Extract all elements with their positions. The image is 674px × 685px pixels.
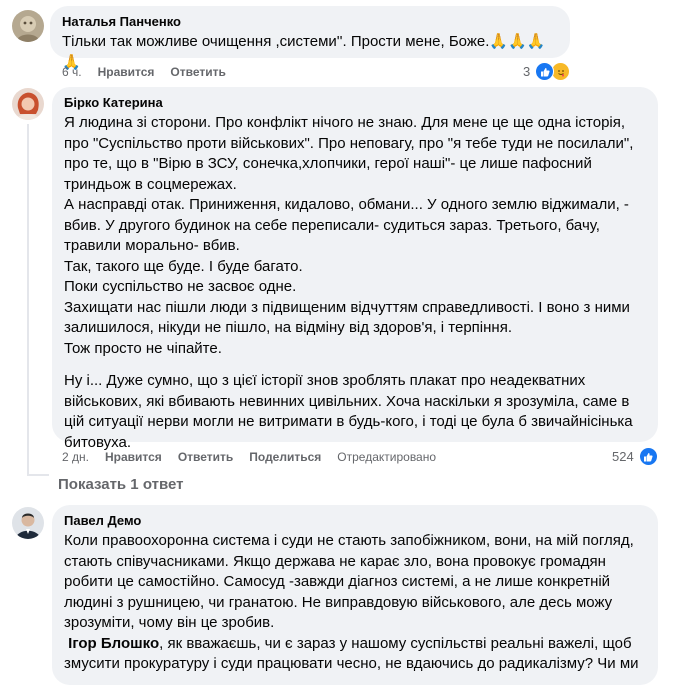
comment-text: Я людина зі сторони. Про конфлікт нічого… <box>64 113 646 453</box>
author-name[interactable]: Бірко Катерина <box>64 94 646 111</box>
care-icon <box>551 62 571 81</box>
show-replies-link[interactable]: Показать 1 ответ <box>58 476 183 493</box>
paragraph: Ну і... Дуже сумно, що з цієї історії зн… <box>64 372 633 451</box>
author-name[interactable]: Павел Демо <box>64 512 646 529</box>
paragraph: Я людина зі сторони. Про конфлікт нічого… <box>64 114 634 193</box>
paragraph: Захищати нас пішли люди з підвищеним від… <box>64 298 630 337</box>
paragraph: Коли правоохоронна система і суди не ста… <box>64 532 634 631</box>
reactions-summary[interactable]: 3 <box>523 62 571 81</box>
paragraph: Так, такого ще буде. І буде багато. <box>64 257 303 275</box>
comment-actions: 6 ч. Нравится Ответить <box>62 65 226 79</box>
reply-button[interactable]: Ответить <box>178 450 233 464</box>
like-button[interactable]: Нравится <box>98 65 155 79</box>
paragraph: Поки суспільство не засвоє одне. <box>64 278 297 295</box>
paragraph: А насправді отак. Приниження, кидалово, … <box>64 196 629 254</box>
comment-bubble: Павел Демо Коли правоохоронна система і … <box>52 505 658 685</box>
paragraph: Ігор Блошко, як вважаєшь, чи є зараз у н… <box>64 634 646 675</box>
comment-bubble: Бірко Катерина Я людина зі сторони. Про … <box>52 87 658 451</box>
reactions-summary[interactable]: 524 <box>612 447 658 466</box>
like-icon <box>638 447 658 466</box>
avatar[interactable] <box>12 88 44 120</box>
reaction-count: 524 <box>612 449 634 464</box>
thread-connector <box>27 474 49 476</box>
reply-button[interactable]: Ответить <box>170 65 225 79</box>
comment-text: Коли правоохоронна система і суди не ста… <box>64 531 646 675</box>
mention-link[interactable]: Ігор Блошко <box>68 635 159 652</box>
avatar[interactable] <box>12 10 44 42</box>
timestamp[interactable]: 6 ч. <box>62 65 82 79</box>
share-button[interactable]: Поделиться <box>249 450 321 464</box>
edited-label: Отредактировано <box>337 450 437 464</box>
timestamp[interactable]: 2 дн. <box>62 450 89 464</box>
thread-connector <box>27 124 29 476</box>
like-icon <box>535 62 555 81</box>
reaction-count: 3 <box>523 64 531 79</box>
paragraph: Тож просто не чіпайте. <box>64 339 222 357</box>
comment-actions: 2 дн. Нравится Ответить Поделиться Отред… <box>62 450 436 464</box>
avatar[interactable] <box>12 507 44 539</box>
like-button[interactable]: Нравится <box>105 450 162 464</box>
comment-bubble: Наталья Панченко Тільки так можливе очищ… <box>50 6 570 71</box>
author-name[interactable]: Наталья Панченко <box>62 13 558 30</box>
